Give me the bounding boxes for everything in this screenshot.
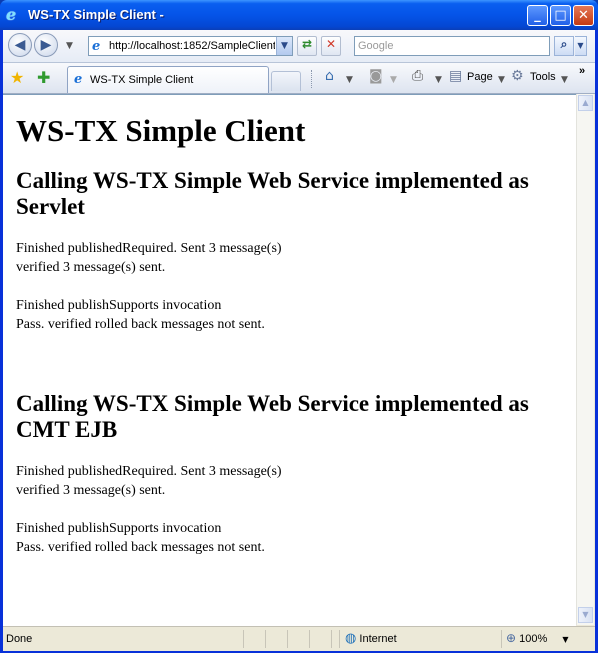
page-dropdown-icon[interactable]: ▼ — [498, 75, 505, 85]
search-options-dropdown[interactable]: ▼ — [575, 36, 587, 56]
ie-logo-icon: e — [6, 5, 17, 24]
section-title-servlet: Calling WS-TX Simple Web Service impleme… — [16, 168, 529, 219]
zoom-icon: ⊕ — [506, 631, 517, 645]
result-line: verified 3 message(s) sent. — [16, 260, 166, 275]
page-ie-icon: e — [92, 39, 101, 54]
maximize-button[interactable]: □ — [550, 5, 571, 26]
refresh-icon: ⇄ — [301, 37, 313, 51]
navigation-bar: ◀ ▶ ▼ e http://localhost:1852/SampleClie… — [3, 30, 595, 63]
print-dropdown-icon[interactable]: ▼ — [435, 75, 442, 85]
tools-dropdown-icon[interactable]: ▼ — [561, 75, 568, 85]
result-line: verified 3 message(s) sent. — [16, 483, 166, 498]
tools-gear-icon: ⚙ — [511, 68, 524, 84]
status-text: Done — [6, 633, 33, 645]
result-line: Finished publishSupports invocation — [16, 521, 222, 536]
page-menu[interactable]: Page — [467, 71, 493, 83]
tab-ie-icon: e — [74, 72, 83, 87]
toolbar-separator — [311, 70, 314, 88]
stop-icon: ✕ — [325, 37, 337, 51]
address-input[interactable]: http://localhost:1852/SampleClient — [109, 40, 275, 52]
status-cell — [243, 630, 264, 648]
refresh-button[interactable]: ⇄ — [297, 36, 317, 56]
favorites-star-icon[interactable]: ★ — [10, 68, 24, 87]
feeds-dropdown-icon[interactable]: ▼ — [390, 75, 397, 85]
result-line: Pass. verified rolled back messages not … — [16, 540, 265, 555]
browser-window: e WS-TX Simple Client - _ □ ✕ ◀ ▶ ▼ e ht… — [0, 0, 598, 653]
new-tab-button[interactable] — [271, 71, 301, 91]
search-button[interactable]: ⌕ — [554, 36, 574, 56]
recent-pages-dropdown-icon[interactable]: ▼ — [66, 41, 73, 51]
page-content: WS-TX Simple Client Calling WS-TX Simple… — [3, 94, 576, 626]
more-commands-chevron-icon[interactable]: » — [579, 65, 585, 77]
tools-menu[interactable]: Tools — [530, 71, 556, 83]
page-icon: ▤ — [449, 68, 463, 84]
add-favorites-icon[interactable]: ✚ — [37, 68, 50, 87]
feeds-icon[interactable]: ◙ — [369, 68, 383, 84]
status-cell — [287, 630, 308, 648]
result-line: Pass. verified rolled back messages not … — [16, 317, 265, 332]
print-icon[interactable]: ⎙ — [412, 68, 423, 84]
scroll-down-arrow-icon[interactable]: ▼ — [578, 607, 593, 623]
security-zone[interactable]: ◍ Internet — [339, 630, 503, 648]
zoom-control[interactable]: ⊕ 100% ▼ — [501, 630, 596, 648]
minimize-button[interactable]: _ — [527, 5, 548, 26]
back-icon: ◀ — [14, 37, 26, 53]
zone-label: Internet — [359, 633, 397, 645]
forward-icon: ▶ — [40, 37, 52, 53]
page-heading: WS-TX Simple Client — [16, 113, 306, 148]
zoom-dropdown-icon[interactable]: ▼ — [562, 635, 568, 644]
home-icon[interactable]: ⌂ — [325, 68, 334, 84]
search-input[interactable]: Google — [358, 40, 393, 52]
stop-button[interactable]: ✕ — [321, 36, 341, 56]
status-bar: Done ◍ Internet ⊕ 100% ▼ — [3, 626, 595, 651]
close-button[interactable]: ✕ — [573, 5, 594, 26]
result-line: Finished publishedRequired. Sent 3 messa… — [16, 241, 282, 256]
vertical-scrollbar[interactable]: ▲ ▼ — [576, 94, 594, 625]
tab-bar: ★ ✚ e WS-TX Simple Client ⌂ ▼ ◙ ▼ ⎙ ▼ ▤ … — [3, 63, 595, 94]
home-dropdown-icon[interactable]: ▼ — [346, 75, 353, 85]
search-icon: ⌕ — [560, 37, 568, 51]
search-box[interactable]: Google — [354, 36, 550, 56]
zoom-level: 100% — [519, 633, 548, 645]
section-title-cmt-ejb: Calling WS-TX Simple Web Service impleme… — [16, 391, 529, 442]
tab-label: WS-TX Simple Client — [90, 74, 194, 86]
browser-frame: ◀ ▶ ▼ e http://localhost:1852/SampleClie… — [3, 30, 595, 651]
window-title: WS-TX Simple Client - — [28, 7, 164, 22]
tab-ws-tx-simple-client[interactable]: e WS-TX Simple Client — [67, 66, 269, 93]
result-line: Finished publishSupports invocation — [16, 298, 222, 313]
status-cell — [265, 630, 286, 648]
address-dropdown-button[interactable]: ▼ — [276, 37, 292, 55]
scroll-up-arrow-icon[interactable]: ▲ — [578, 95, 593, 111]
result-line: Finished publishedRequired. Sent 3 messa… — [16, 464, 282, 479]
title-bar[interactable]: e WS-TX Simple Client - _ □ ✕ — [0, 0, 598, 30]
address-bar[interactable]: e http://localhost:1852/SampleClient ▼ — [88, 36, 293, 56]
globe-icon: ◍ — [345, 631, 357, 646]
forward-button[interactable]: ▶ — [34, 33, 58, 57]
back-button[interactable]: ◀ — [8, 33, 32, 57]
status-cell — [309, 630, 330, 648]
